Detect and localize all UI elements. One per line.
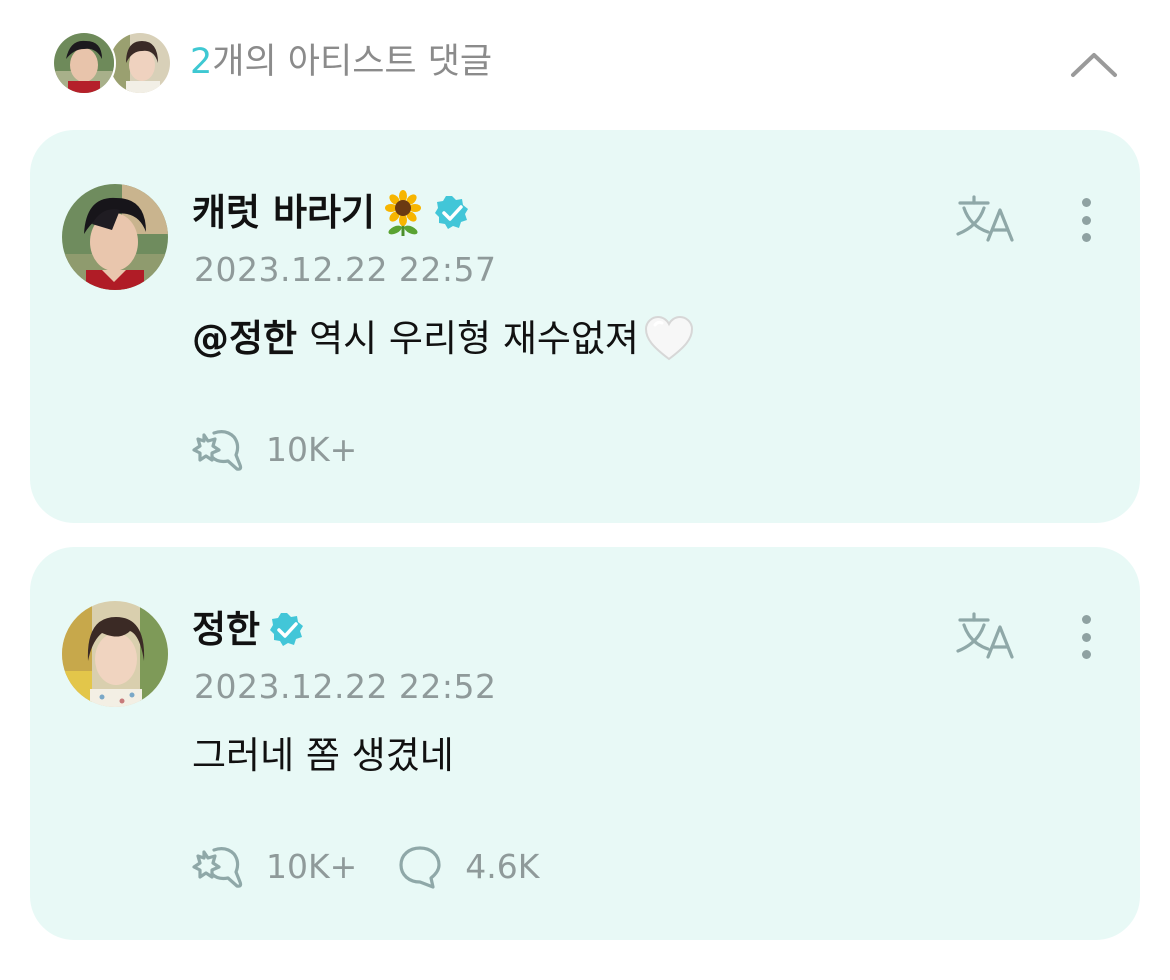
more-options-button[interactable]	[1068, 609, 1104, 665]
like-button[interactable]: 10K+	[192, 427, 357, 473]
reply-count: 4.6K	[465, 847, 540, 886]
translate-icon	[956, 612, 1014, 659]
like-button[interactable]: 10K+	[192, 844, 357, 890]
sunflower-icon	[381, 190, 425, 236]
collapse-button[interactable]	[1066, 36, 1122, 92]
comment-text: @정한 역시 우리형 재수없져	[192, 313, 695, 365]
comment-actions: 10K+	[192, 426, 397, 474]
translate-icon	[956, 195, 1014, 242]
verified-badge-icon	[433, 194, 471, 232]
artist-avatar-1	[52, 31, 116, 95]
more-dot	[1081, 632, 1091, 642]
mention-link[interactable]: @정한	[192, 313, 297, 365]
author-name[interactable]: 캐럿 바라기	[192, 188, 375, 238]
speech-bubble-icon	[399, 846, 441, 889]
more-dot	[1081, 650, 1091, 659]
comment-body-text: 그러네 쫌 생겼네	[192, 734, 454, 777]
more-dot	[1081, 615, 1091, 624]
comment-body-text: 역시 우리형 재수없져	[309, 317, 639, 360]
comment-timestamp: 2023.12.22 22:57	[194, 250, 497, 289]
more-dot	[1081, 233, 1091, 242]
reply-button[interactable]: 4.6K	[397, 844, 539, 890]
avatar[interactable]	[62, 601, 168, 707]
verified-badge-icon	[268, 611, 306, 649]
artist-comments-title: 2개의 아티스트 댓글	[190, 40, 492, 84]
like-count: 10K+	[266, 847, 358, 886]
comment-card[interactable]: 정한 2023.12.22 22:52 그러네 쫌 생겼네 10K+ 4.6K	[30, 547, 1140, 940]
more-dot	[1081, 198, 1091, 207]
artist-avatar-2	[108, 31, 172, 95]
cheer-icon	[192, 847, 243, 888]
white-heart-icon	[643, 315, 695, 363]
cheer-icon	[192, 430, 243, 471]
like-count: 10K+	[266, 430, 358, 469]
comment-actions: 10K+ 4.6K	[192, 843, 579, 891]
artist-comments-header[interactable]: 2개의 아티스트 댓글	[52, 28, 1122, 100]
translate-button[interactable]	[954, 194, 1018, 246]
comment-timestamp: 2023.12.22 22:52	[194, 667, 497, 706]
translate-button[interactable]	[954, 611, 1018, 663]
avatar[interactable]	[62, 184, 168, 290]
artist-comments-title-text: 개의 아티스트 댓글	[212, 42, 493, 82]
comment-text: 그러네 쫌 생겼네	[192, 730, 454, 782]
chevron-up-icon	[1071, 53, 1117, 77]
author-row: 정한	[192, 605, 306, 655]
artist-comment-count: 2	[190, 42, 213, 82]
more-options-button[interactable]	[1068, 192, 1104, 248]
more-dot	[1081, 215, 1091, 225]
comment-card[interactable]: 캐럿 바라기 2023.12.22 22:57 @정한 역시 우리형 재수없져 …	[30, 130, 1140, 523]
author-row: 캐럿 바라기	[192, 188, 471, 238]
author-name[interactable]: 정한	[192, 605, 260, 655]
artist-avatar-stack	[52, 31, 177, 97]
